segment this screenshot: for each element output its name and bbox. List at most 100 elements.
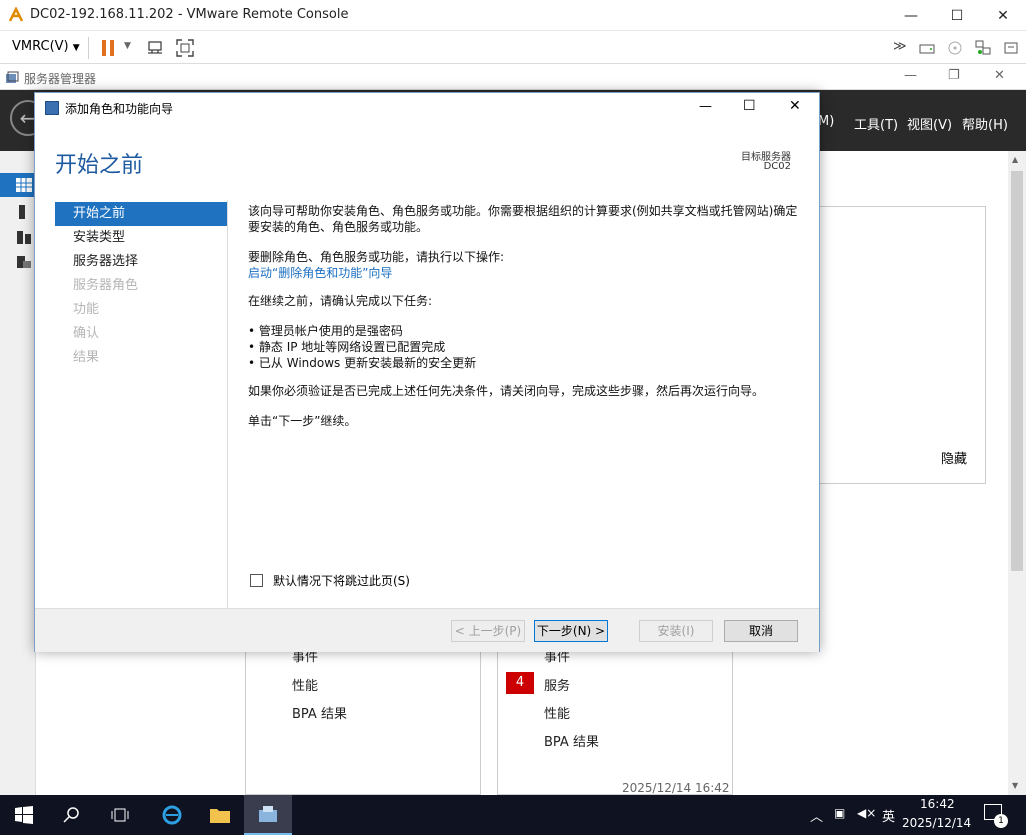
double-chevron-icon[interactable]: ≫: [893, 39, 907, 54]
step-confirmation: 确认: [73, 326, 100, 341]
nav-dashboard[interactable]: [0, 173, 36, 197]
disc-icon[interactable]: [946, 39, 964, 57]
sm-restore-button[interactable]: ❐: [948, 68, 960, 83]
server-icon: [19, 205, 25, 219]
install-button[interactable]: 安装(I): [639, 620, 713, 642]
tray-expand-icon[interactable]: ︿: [810, 806, 823, 825]
search-button[interactable]: [48, 795, 96, 835]
server-manager-title: 服务器管理器: [24, 72, 97, 86]
menu-tools[interactable]: 工具(T): [854, 114, 898, 133]
tile-right-bpa[interactable]: BPA 结果: [544, 731, 599, 750]
next-note: 单击“下一步”继续。: [248, 414, 357, 428]
tile-timestamp: 2025/12/14 16:42: [622, 781, 730, 795]
task-view-button[interactable]: [96, 795, 144, 835]
server-manager-taskbar-button[interactable]: [244, 795, 292, 835]
wizard-content: 该向导可帮助你安装角色、角色服务或功能。你需要根据组织的计算要求(例如共享文档或…: [248, 203, 808, 429]
task-strong-password: 管理员帐户使用的是强密码: [258, 324, 403, 338]
ime-indicator[interactable]: 英: [882, 806, 895, 825]
pause-icon[interactable]: [102, 40, 116, 56]
skip-page-label[interactable]: 默认情况下将跳过此页(S): [273, 572, 410, 589]
page-title: 开始之前: [55, 153, 144, 178]
remove-roles-link[interactable]: 启动“删除角色和功能”向导: [248, 265, 808, 281]
sm-close-button[interactable]: ✕: [994, 68, 1005, 83]
dialog-header: 开始之前 目标服务器 DC02: [35, 123, 819, 189]
vmrc-menu-label: VMRC(V): [12, 39, 69, 54]
vmrc-menu-button[interactable]: VMRC(V) ▼: [12, 39, 80, 54]
fullscreen-icon[interactable]: [176, 39, 194, 57]
minimize-button[interactable]: —: [888, 0, 934, 31]
task-view-icon: [111, 808, 129, 822]
hide-link[interactable]: 隐藏: [941, 448, 967, 467]
server-manager-nav: [0, 151, 36, 795]
volume-muted-icon[interactable]: ◀×: [857, 806, 876, 820]
clock-time[interactable]: 16:42: [920, 797, 955, 811]
network-icon[interactable]: [974, 39, 992, 57]
step-results: 结果: [73, 350, 100, 365]
drive-icon[interactable]: [918, 39, 936, 57]
nav-all-servers[interactable]: [0, 225, 36, 249]
tile-right-services[interactable]: 服务: [544, 675, 570, 694]
tile-right-performance[interactable]: 性能: [544, 703, 570, 722]
previous-button[interactable]: < 上一步(P): [451, 620, 525, 642]
step-server-selection[interactable]: 服务器选择: [55, 250, 227, 274]
network-warning-icon[interactable]: ▣: [834, 806, 845, 820]
menu-manage[interactable]: M): [818, 114, 834, 129]
server-manager-icon: [259, 806, 277, 822]
clock-date[interactable]: 2025/12/14: [902, 816, 971, 830]
scroll-down-icon[interactable]: ▼: [1012, 781, 1018, 790]
scroll-thumb[interactable]: [1011, 171, 1023, 571]
window-title: DC02-192.168.11.202 - VMware Remote Cons…: [30, 7, 349, 22]
verify-note: 如果你必须验证是否已完成上述任何先决条件，请关闭向导，完成这些步骤，然后再次运行…: [248, 384, 765, 398]
confirm-prompt: 在继续之前，请确认完成以下任务:: [248, 294, 433, 308]
dialog-maximize-button[interactable]: ☐: [743, 98, 756, 114]
cancel-button[interactable]: 取消: [724, 620, 798, 642]
nav-file-services[interactable]: [0, 250, 36, 274]
toolbar-divider: [88, 37, 89, 59]
dialog-title: 添加角色和功能向导: [65, 102, 174, 116]
tile-left-bpa[interactable]: BPA 结果: [292, 703, 347, 722]
menu-view[interactable]: 视图(V): [907, 114, 952, 133]
close-button[interactable]: ✕: [980, 0, 1026, 31]
dialog-minimize-button[interactable]: —: [699, 99, 712, 114]
servers-icon: [17, 231, 31, 244]
services-count-badge: 4: [506, 672, 534, 694]
step-before-you-begin[interactable]: 开始之前: [55, 202, 227, 226]
menu-help[interactable]: 帮助(H): [962, 114, 1008, 133]
skip-page-checkbox[interactable]: [250, 574, 263, 587]
intro-text: 该向导可帮助你安装角色、角色服务或功能。你需要根据组织的计算要求(例如共享文档或…: [248, 204, 798, 234]
step-installation-type[interactable]: 安装类型: [55, 226, 227, 250]
task-item: • 管理员帐户使用的是强密码: [248, 324, 403, 338]
folder-icon: [210, 809, 230, 823]
welcome-panel: [818, 206, 986, 484]
ie-button[interactable]: [148, 795, 196, 835]
nav-local-server[interactable]: [0, 200, 36, 224]
file-server-icon: [17, 256, 31, 268]
server-manager-titlebar: 服务器管理器 — ❐ ✕: [0, 65, 1026, 90]
file-explorer-button[interactable]: [196, 795, 244, 835]
vmrc-logo-icon: [8, 7, 24, 22]
task-static-ip: 静态 IP 地址等网络设置已配置完成: [258, 340, 446, 354]
start-button[interactable]: [0, 795, 48, 835]
dialog-footer: < 上一步(P) 下一步(N) > 安装(I) 取消: [35, 608, 819, 652]
scroll-up-icon[interactable]: ▲: [1012, 155, 1018, 164]
step-server-roles: 服务器角色: [73, 278, 139, 293]
windows-logo-icon: [15, 806, 33, 824]
scrollbar[interactable]: ▲ ▼: [1008, 151, 1026, 795]
vmrc-toolbar: VMRC(V) ▼ ▼ ≫: [0, 31, 1026, 64]
maximize-button[interactable]: ☐: [934, 0, 980, 31]
chevron-down-icon: ▼: [72, 43, 80, 53]
sm-minimize-button[interactable]: —: [904, 68, 917, 83]
tile-left-performance[interactable]: 性能: [292, 675, 318, 694]
tile-left: 事件 性能 BPA 结果: [245, 650, 481, 795]
task-item: • 已从 Windows 更新安装最新的安全更新: [248, 356, 477, 370]
step-features: 功能: [73, 302, 100, 317]
wizard-icon: [45, 101, 59, 115]
next-button[interactable]: 下一步(N) >: [534, 620, 608, 642]
target-server-value: DC02: [763, 161, 791, 172]
dialog-close-button[interactable]: ✕: [789, 98, 801, 114]
pause-dropdown-icon[interactable]: ▼: [124, 41, 131, 51]
usb-icon[interactable]: [1002, 39, 1020, 57]
send-keys-icon[interactable]: [146, 39, 164, 57]
task-item: • 静态 IP 地址等网络设置已配置完成: [248, 340, 446, 354]
dashboard-icon: [16, 178, 32, 192]
